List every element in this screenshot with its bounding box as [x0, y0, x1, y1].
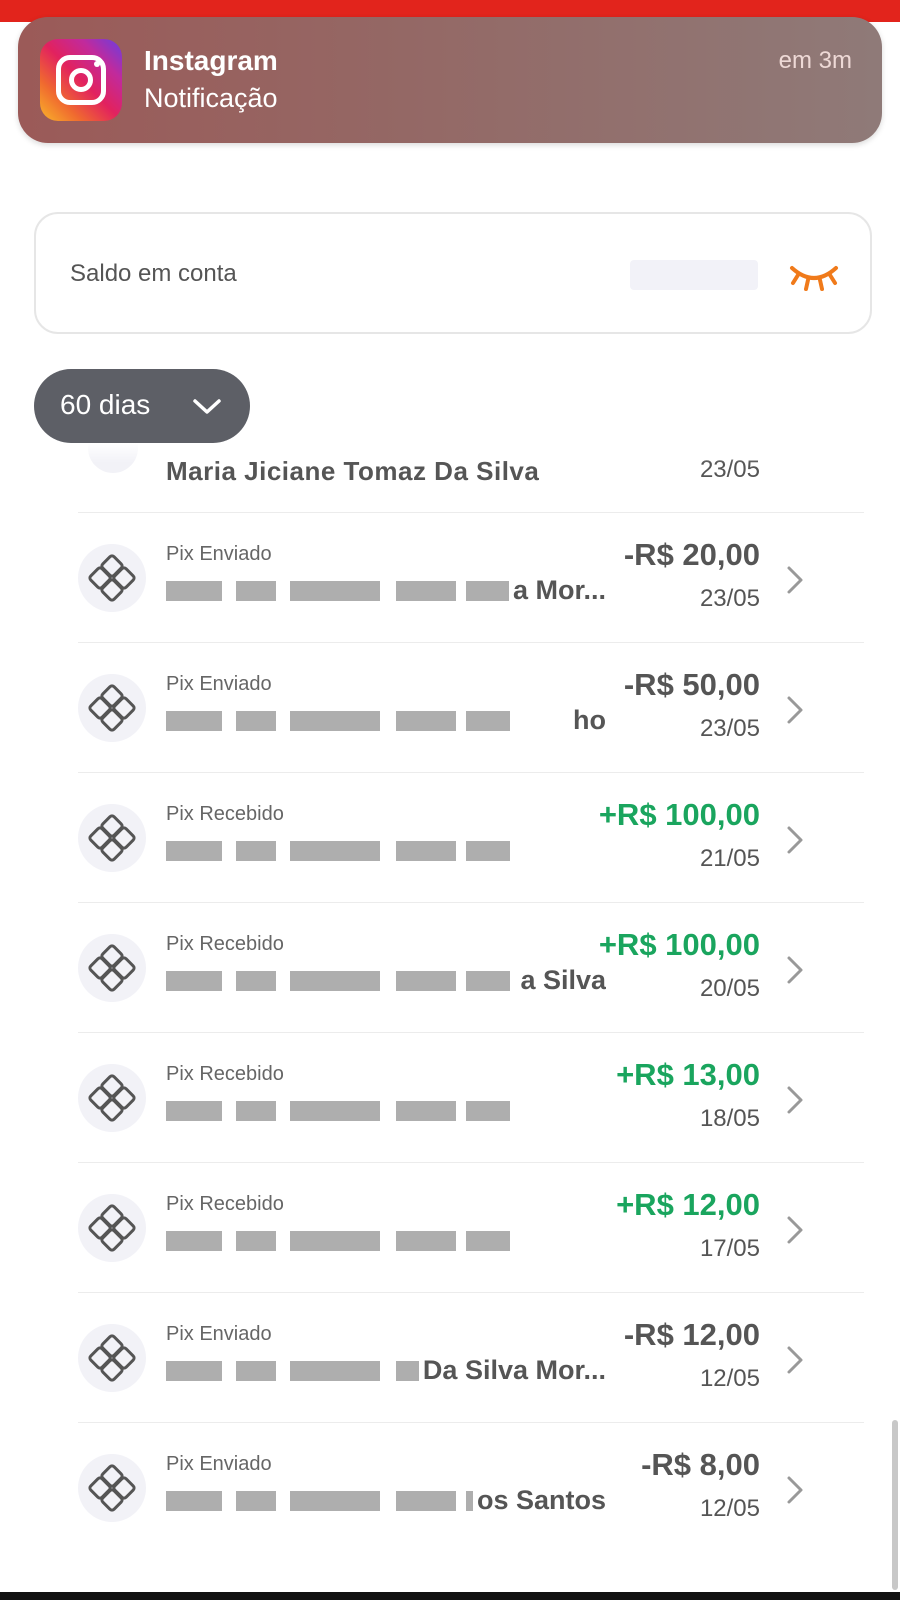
- pix-icon: [88, 814, 136, 862]
- transaction-name-redacted: os Santos: [166, 1485, 606, 1519]
- pix-avatar: [78, 934, 146, 1002]
- scrollbar[interactable]: [892, 1420, 898, 1590]
- pix-icon: [88, 1464, 136, 1512]
- chevron-right-icon: [787, 826, 803, 854]
- transaction-date: 12/05: [699, 1365, 760, 1392]
- instagram-notification[interactable]: Instagram Notificação em 3m: [18, 17, 882, 143]
- transaction-type: Pix Recebido: [166, 1063, 284, 1085]
- instagram-icon: [40, 39, 122, 121]
- transaction-name-redacted: ho: [166, 705, 606, 739]
- notification-body: Notificação: [144, 83, 278, 113]
- balance-card: Saldo em conta: [34, 212, 872, 334]
- transaction-name-visible: a Silva: [516, 965, 606, 996]
- transaction-row[interactable]: Pix Recebido +R$ 100,00 21/05: [78, 772, 864, 904]
- transaction-type: Pix Enviado: [166, 1453, 272, 1475]
- chevron-right-icon: [787, 1476, 803, 1504]
- pix-avatar: [78, 1454, 146, 1522]
- transaction-name-redacted: a Mor...: [166, 575, 606, 609]
- transaction-row[interactable]: Pix Enviado ho -R$ 50,00 23/05: [78, 642, 864, 774]
- transaction-amount: +R$ 12,00: [616, 1187, 760, 1222]
- pix-icon: [88, 684, 136, 732]
- transaction-date: 20/05: [699, 975, 760, 1002]
- pix-icon: [88, 944, 136, 992]
- transaction-row[interactable]: Pix Enviado a Mor... -R$ 20,00 23/05: [78, 512, 864, 644]
- transaction-row[interactable]: Pix Recebido +R$ 13,00 18/05: [78, 1032, 864, 1164]
- transaction-type: Pix Enviado: [166, 673, 272, 695]
- pix-icon: [88, 1074, 136, 1122]
- transaction-name-visible: Da Silva Mor...: [418, 1355, 606, 1386]
- pix-icon: [88, 1334, 136, 1382]
- transaction-name-redacted: [166, 1095, 606, 1129]
- transaction-row[interactable]: Pix Recebido +R$ 12,00 17/05: [78, 1162, 864, 1294]
- transaction-name-redacted: a Silva: [166, 965, 606, 999]
- pix-avatar: [78, 1064, 146, 1132]
- pix-avatar: [78, 1194, 146, 1262]
- period-filter-label: 60 dias: [60, 389, 151, 420]
- transaction-row[interactable]: Pix Recebido a Silva +R$ 100,00 20/05: [78, 902, 864, 1034]
- chevron-right-icon: [787, 696, 803, 724]
- transaction-amount: -R$ 8,00: [641, 1447, 760, 1482]
- pix-avatar: [78, 1324, 146, 1392]
- transaction-amount: +R$ 100,00: [598, 797, 760, 832]
- chevron-right-icon: [787, 1086, 803, 1114]
- chevron-right-icon: [787, 1216, 803, 1244]
- transaction-date: 23/05: [699, 585, 760, 612]
- transaction-type: Pix Recebido: [166, 1193, 284, 1215]
- transaction-type: Pix Recebido: [166, 933, 284, 955]
- home-indicator-bar: [0, 1592, 900, 1600]
- pix-avatar: [78, 544, 146, 612]
- transaction-amount: +R$ 100,00: [598, 927, 760, 962]
- list-fade: [0, 443, 900, 463]
- notification-app-name: Instagram: [144, 45, 278, 76]
- transaction-row[interactable]: Pix Enviado Da Silva Mor... -R$ 12,00 12…: [78, 1292, 864, 1424]
- transaction-row[interactable]: Pix Enviado os Santos -R$ 8,00 12/05: [78, 1422, 864, 1554]
- period-filter-button[interactable]: 60 dias: [34, 369, 250, 443]
- transaction-type: Pix Enviado: [166, 543, 272, 565]
- app-screen: Instagram Notificação em 3m Saldo em con…: [0, 0, 900, 1600]
- balance-label: Saldo em conta: [70, 260, 237, 287]
- chevron-right-icon: [787, 1346, 803, 1374]
- transaction-amount: -R$ 50,00: [623, 667, 760, 702]
- transaction-name-redacted: [166, 835, 606, 869]
- chevron-right-icon: [787, 956, 803, 984]
- eye-closed-icon[interactable]: [788, 254, 840, 294]
- transaction-name-redacted: Da Silva Mor...: [166, 1355, 606, 1389]
- transaction-name-visible: a Mor...: [508, 575, 606, 606]
- pix-icon: [88, 1204, 136, 1252]
- transaction-date: 12/05: [699, 1495, 760, 1522]
- balance-hidden-value: [630, 260, 758, 290]
- transaction-date: 23/05: [699, 715, 760, 742]
- transaction-date: 18/05: [699, 1105, 760, 1132]
- pix-avatar: [78, 674, 146, 742]
- pix-avatar: [78, 804, 146, 872]
- transaction-name-visible: os Santos: [472, 1485, 606, 1516]
- transaction-amount: -R$ 20,00: [623, 537, 760, 572]
- notification-time: em 3m: [778, 47, 852, 74]
- transaction-amount: +R$ 13,00: [616, 1057, 760, 1092]
- transaction-name-redacted: [166, 1225, 606, 1259]
- transaction-date: 17/05: [699, 1235, 760, 1262]
- transaction-type: Pix Recebido: [166, 803, 284, 825]
- chevron-right-icon: [787, 566, 803, 594]
- transaction-type: Pix Enviado: [166, 1323, 272, 1345]
- transaction-date: 21/05: [699, 845, 760, 872]
- transaction-name-visible: ho: [569, 705, 606, 736]
- transaction-amount: -R$ 12,00: [623, 1317, 760, 1352]
- chevron-down-icon: [193, 399, 221, 414]
- pix-icon: [88, 554, 136, 602]
